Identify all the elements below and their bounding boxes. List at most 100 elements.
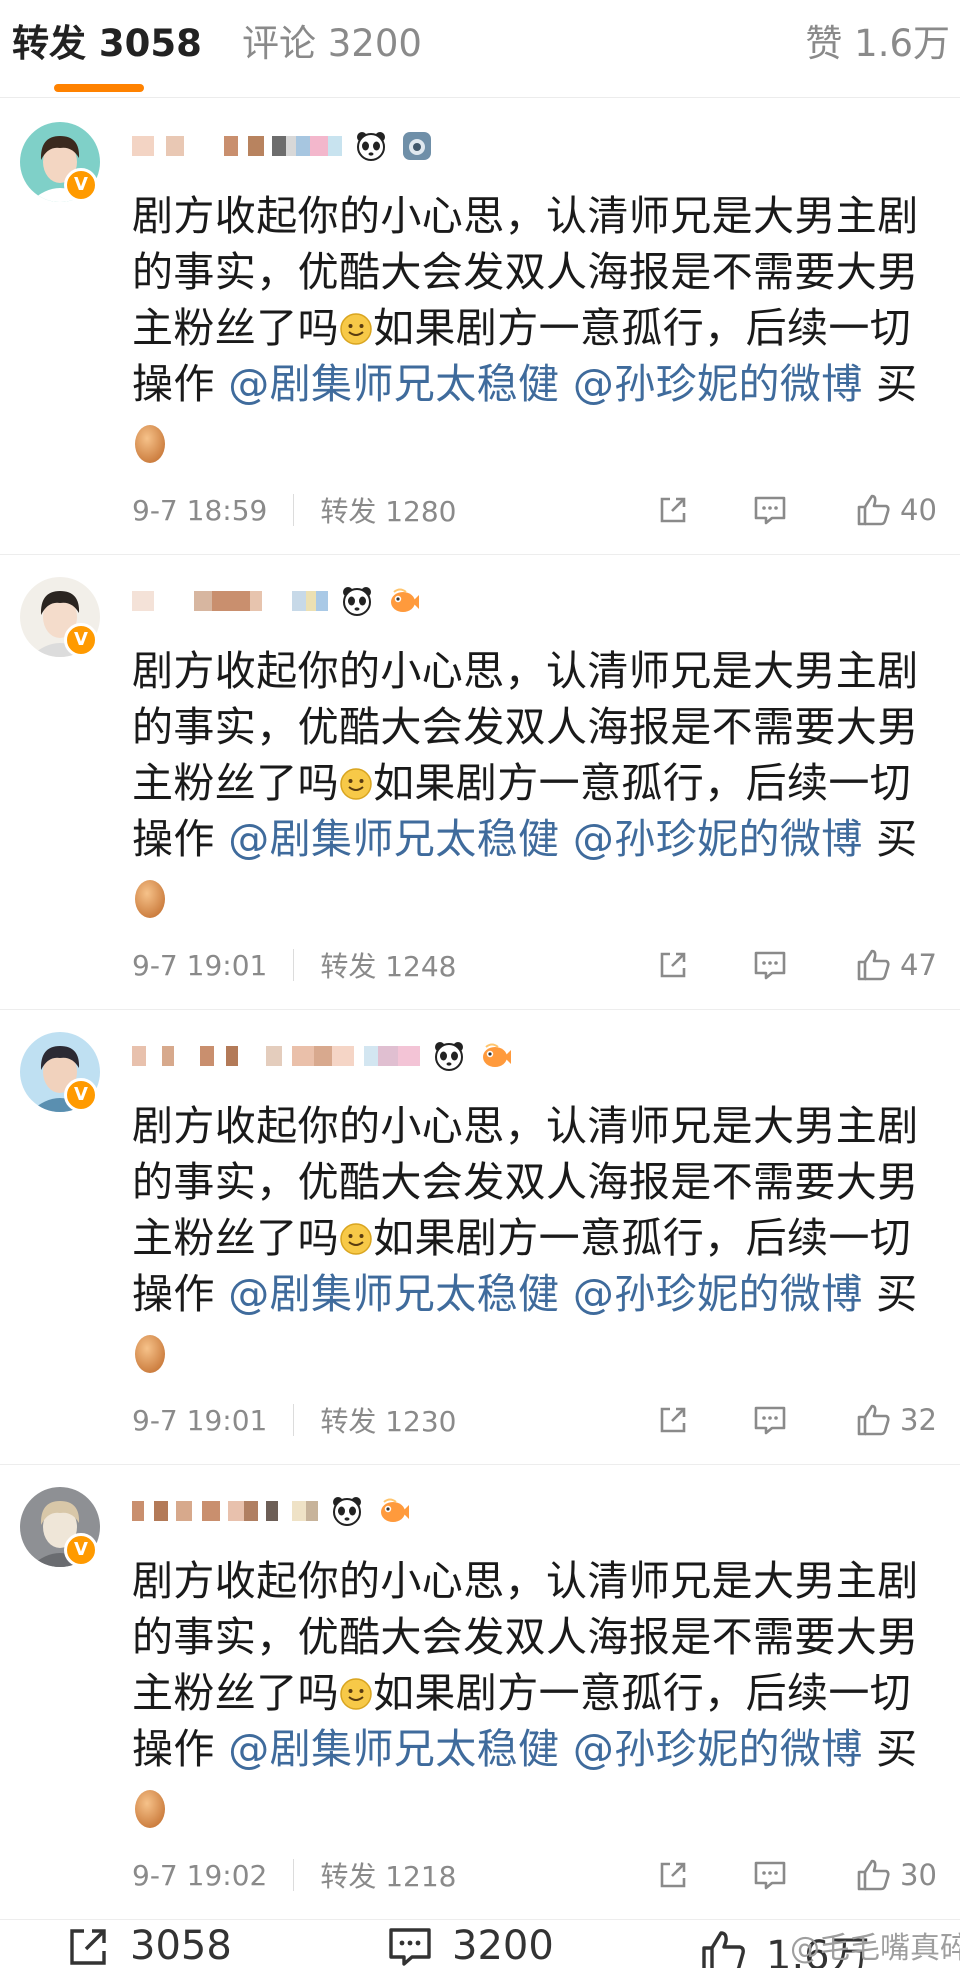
repost-item: V 剧方收起你的小心思，认清师兄是大男主剧 的事实，优酷大会发双人海报是不需要大… — [0, 555, 960, 1010]
repost-item: V 剧方收起你的小心思，认清师兄是大男主剧 的事实，优酷大会发双人海报是不需要大… — [0, 1465, 960, 1920]
thumbs-up-icon — [857, 949, 890, 981]
repost-meta: 9-7 19:02 转发 1218 — [132, 1855, 457, 1895]
text-line: 操作 @剧集师兄太稳健 @孙珍妮的微博 买 — [132, 1270, 918, 1318]
fish-badge-icon — [381, 1498, 409, 1522]
panda-icon — [357, 132, 385, 161]
like-button[interactable]: 40 — [856, 490, 937, 530]
fish-badge-icon — [483, 1043, 511, 1067]
verified-badge-icon: V — [64, 168, 98, 202]
active-tab-indicator — [54, 84, 144, 92]
bottom-comment-button[interactable]: 3200 — [386, 1923, 554, 1968]
egg-emoji-icon — [135, 880, 165, 918]
tab-like[interactable]: 赞 1.6万 — [805, 18, 950, 70]
username-pixelated[interactable] — [132, 126, 434, 166]
share-icon — [660, 952, 686, 978]
bottom-comment-count: 3200 — [452, 1923, 554, 1968]
text-line: 主粉丝了吗 如果剧方一意孤行，后续一切 — [132, 1214, 912, 1262]
repost-text: 剧方收起你的小心思，认清师兄是大男主剧 的事实，优酷大会发双人海报是不需要大男 … — [132, 1553, 960, 1829]
repost-count: 转发 1280 — [320, 495, 457, 528]
timestamp: 9-7 19:01 — [132, 1403, 268, 1437]
thumbs-up-icon — [702, 1931, 745, 1968]
smile-emoji-icon — [340, 768, 372, 800]
username-pixelated[interactable] — [132, 1491, 410, 1531]
repost-meta: 9-7 19:01 转发 1248 — [132, 945, 457, 985]
like-count: 40 — [900, 493, 937, 527]
smile-emoji-icon — [340, 1678, 372, 1710]
text-line: 操作 @剧集师兄太稳健 @孙珍妮的微博 买 — [132, 815, 918, 863]
text-line: 操作 @剧集师兄太稳健 @孙珍妮的微博 买 — [132, 360, 918, 408]
username-pixelated[interactable] — [132, 1036, 512, 1076]
watermark: @毛毛嘴真碎 — [790, 1931, 960, 1966]
bottom-share-button[interactable]: 3058 — [66, 1923, 232, 1968]
mention-link[interactable]: @剧集师兄太稳健 — [228, 1270, 559, 1318]
verified-badge-icon: V — [64, 623, 98, 657]
mention-link[interactable]: @剧集师兄太稳健 — [228, 815, 559, 863]
repost-count: 转发 1218 — [320, 1860, 457, 1893]
tab-repost[interactable]: 转发 3058 — [12, 18, 202, 70]
like-button[interactable]: 30 — [856, 1855, 937, 1895]
text-line: 的事实，优酷大会发双人海报是不需要大男 — [132, 1613, 919, 1661]
comment-button[interactable] — [752, 945, 788, 985]
verified-badge-icon: V — [64, 1078, 98, 1112]
text-line: 剧方收起你的小心思，认清师兄是大男主剧 — [132, 192, 919, 240]
tab-comment[interactable]: 评论 3200 — [242, 18, 422, 70]
timestamp: 9-7 19:02 — [132, 1858, 268, 1892]
repost-item: V 剧方收起你的小心思，认清师兄是大男主剧 的事实，优酷大会发双人海报是不需要大… — [0, 1010, 960, 1465]
share-icon — [660, 1407, 686, 1433]
mention-link[interactable]: @剧集师兄太稳健 — [228, 360, 559, 408]
verified-badge-icon: V — [64, 1533, 98, 1567]
repost-item: V 剧方收起你的小心思，认清师兄是大男主剧 的事实，优酷大会发双人海报是不需要大… — [0, 100, 960, 555]
like-count: 32 — [900, 1403, 937, 1437]
timestamp: 9-7 18:59 — [132, 493, 268, 527]
smile-emoji-icon — [340, 313, 372, 345]
repost-text: 剧方收起你的小心思，认清师兄是大男主剧 的事实，优酷大会发双人海报是不需要大男 … — [132, 643, 960, 919]
text-line: 主粉丝了吗 如果剧方一意孤行，后续一切 — [132, 304, 912, 352]
tab-bar: 转发 3058 评论 3200 赞 1.6万 — [0, 0, 960, 98]
repost-text: 剧方收起你的小心思，认清师兄是大男主剧 的事实，优酷大会发双人海报是不需要大男 … — [132, 1098, 960, 1374]
share-button[interactable] — [656, 945, 690, 985]
share-button[interactable] — [656, 1855, 690, 1895]
like-button[interactable]: 47 — [856, 945, 937, 985]
text-line: 主粉丝了吗 如果剧方一意孤行，后续一切 — [132, 1669, 912, 1717]
egg-emoji-icon — [135, 1335, 165, 1373]
text-line: 的事实，优酷大会发双人海报是不需要大男 — [132, 703, 919, 751]
text-line: 剧方收起你的小心思，认清师兄是大男主剧 — [132, 1102, 919, 1150]
divider — [293, 1404, 295, 1436]
comment-button[interactable] — [752, 1400, 788, 1440]
mention-link[interactable]: @剧集师兄太稳健 — [228, 1725, 559, 1773]
repost-count: 转发 1248 — [320, 950, 457, 983]
comment-button[interactable] — [752, 490, 788, 530]
share-icon — [660, 497, 686, 523]
panda-icon — [435, 1042, 463, 1071]
like-button[interactable]: 32 — [856, 1400, 937, 1440]
share-icon — [70, 1929, 106, 1965]
fish-badge-icon — [391, 588, 419, 612]
repost-text: 剧方收起你的小心思，认清师兄是大男主剧 的事实，优酷大会发双人海报是不需要大男 … — [132, 188, 960, 464]
text-line: 主粉丝了吗 如果剧方一意孤行，后续一切 — [132, 759, 912, 807]
divider — [293, 1859, 295, 1891]
repost-meta: 9-7 18:59 转发 1280 — [132, 490, 457, 530]
comment-icon — [754, 496, 786, 525]
comment-icon — [754, 1861, 786, 1890]
mention-link[interactable]: @孙珍妮的微博 — [573, 1725, 863, 1773]
username-pixelated[interactable] — [132, 581, 420, 621]
mention-link[interactable]: @孙珍妮的微博 — [573, 815, 863, 863]
repost-list: V 剧方收起你的小心思，认清师兄是大男主剧 的事实，优酷大会发双人海报是不需要大… — [0, 100, 960, 1920]
repost-meta: 9-7 19:01 转发 1230 — [132, 1400, 457, 1440]
share-button[interactable] — [656, 1400, 690, 1440]
comment-icon — [389, 1928, 431, 1966]
panda-icon — [343, 587, 371, 616]
like-count: 30 — [900, 1858, 937, 1892]
divider — [293, 494, 295, 526]
mention-link[interactable]: @孙珍妮的微博 — [573, 360, 863, 408]
bottom-action-bar: 3058 3200 1.6万 @毛毛嘴真碎 — [0, 1915, 960, 1968]
divider — [293, 949, 295, 981]
comment-button[interactable] — [752, 1855, 788, 1895]
text-line: 的事实，优酷大会发双人海报是不需要大男 — [132, 248, 919, 296]
share-button[interactable] — [656, 490, 690, 530]
comment-icon — [754, 1406, 786, 1435]
mention-link[interactable]: @孙珍妮的微博 — [573, 1270, 863, 1318]
thumbs-up-icon — [857, 494, 890, 526]
text-line: 操作 @剧集师兄太稳健 @孙珍妮的微博 买 — [132, 1725, 918, 1773]
egg-emoji-icon — [135, 1790, 165, 1828]
